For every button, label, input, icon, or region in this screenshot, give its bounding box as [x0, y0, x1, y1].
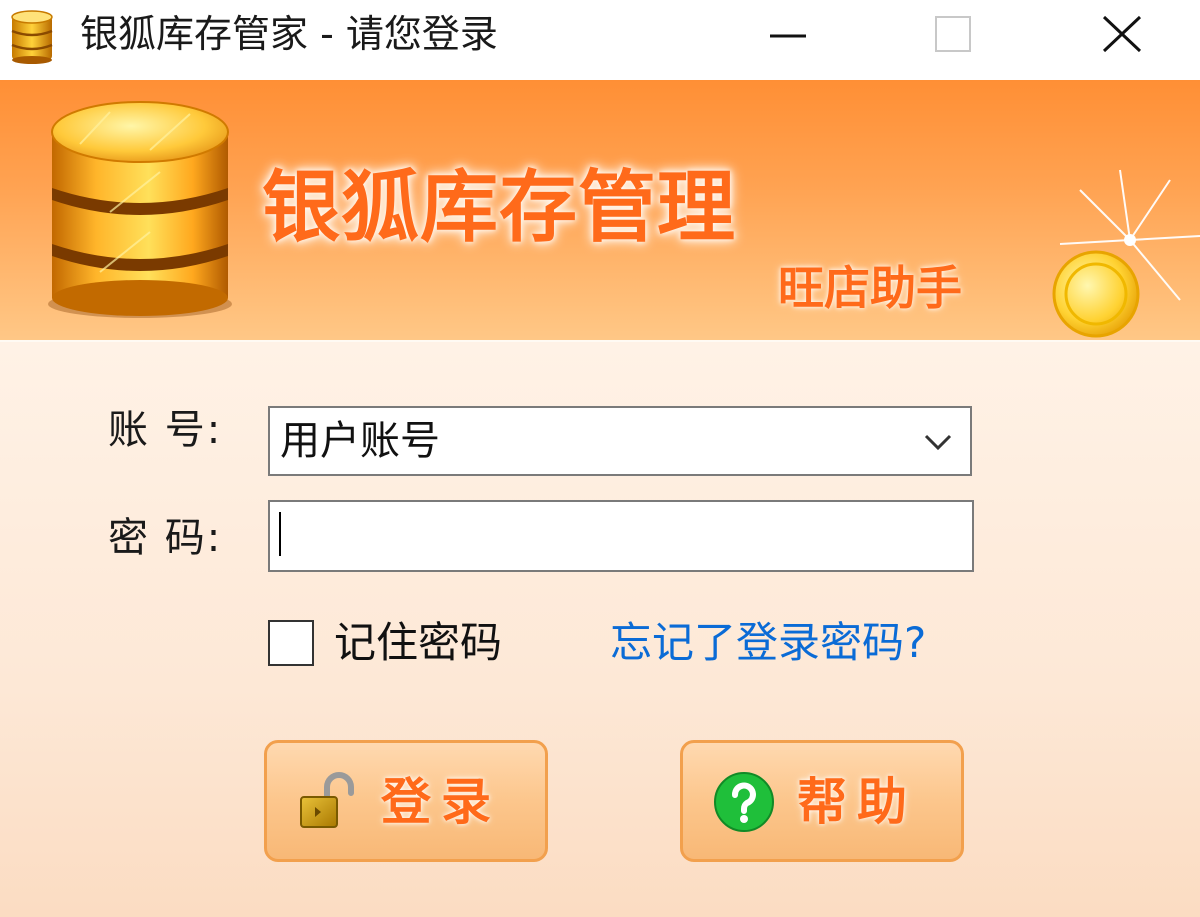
- remember-password-label[interactable]: 记住密码: [334, 618, 502, 668]
- title-bar: 银狐库存管家 - 请您登录: [0, 0, 1200, 80]
- chevron-down-icon[interactable]: [920, 424, 956, 460]
- close-icon: [1102, 15, 1142, 53]
- database-icon: [48, 101, 232, 318]
- password-input[interactable]: [268, 500, 974, 572]
- maximize-icon: [935, 16, 971, 52]
- login-button[interactable]: 登录: [264, 740, 548, 862]
- account-combobox[interactable]: 用户账号: [268, 406, 972, 476]
- app-database-icon: [11, 10, 53, 64]
- account-label: 账 号:: [108, 407, 223, 453]
- text-caret: [279, 512, 281, 556]
- login-form: 账 号: 用户账号 密 码: 记住密码 忘记了登录密码? 登录 帮助: [0, 342, 1200, 917]
- account-value: 用户账号: [280, 418, 440, 464]
- brand-subtitle: 旺店助手: [778, 261, 962, 315]
- forgot-password-link[interactable]: 忘记了登录密码?: [610, 618, 926, 668]
- maximize-button[interactable]: [892, 0, 1012, 72]
- remember-password-checkbox[interactable]: [268, 620, 314, 666]
- window-title: 银狐库存管家 - 请您登录: [80, 12, 498, 56]
- password-label: 密 码:: [108, 515, 223, 561]
- gold-coin-sparkle-icon: [1052, 169, 1200, 338]
- minimize-icon: [770, 34, 806, 38]
- brand-title: 银狐库存管理: [262, 163, 737, 253]
- help-button[interactable]: 帮助: [680, 740, 964, 862]
- unlocked-padlock-icon: [300, 772, 354, 828]
- login-window: 银狐库存管家 - 请您登录 银狐库存管理 旺店助手 账 号: 用户账号 密 码:…: [0, 0, 1200, 917]
- close-button[interactable]: [1062, 0, 1182, 72]
- brand-banner: 银狐库存管理 旺店助手: [0, 80, 1200, 342]
- help-label: 帮助: [797, 773, 917, 831]
- login-label: 登录: [381, 773, 501, 831]
- minimize-button[interactable]: [728, 0, 848, 72]
- question-circle-icon: [714, 772, 774, 832]
